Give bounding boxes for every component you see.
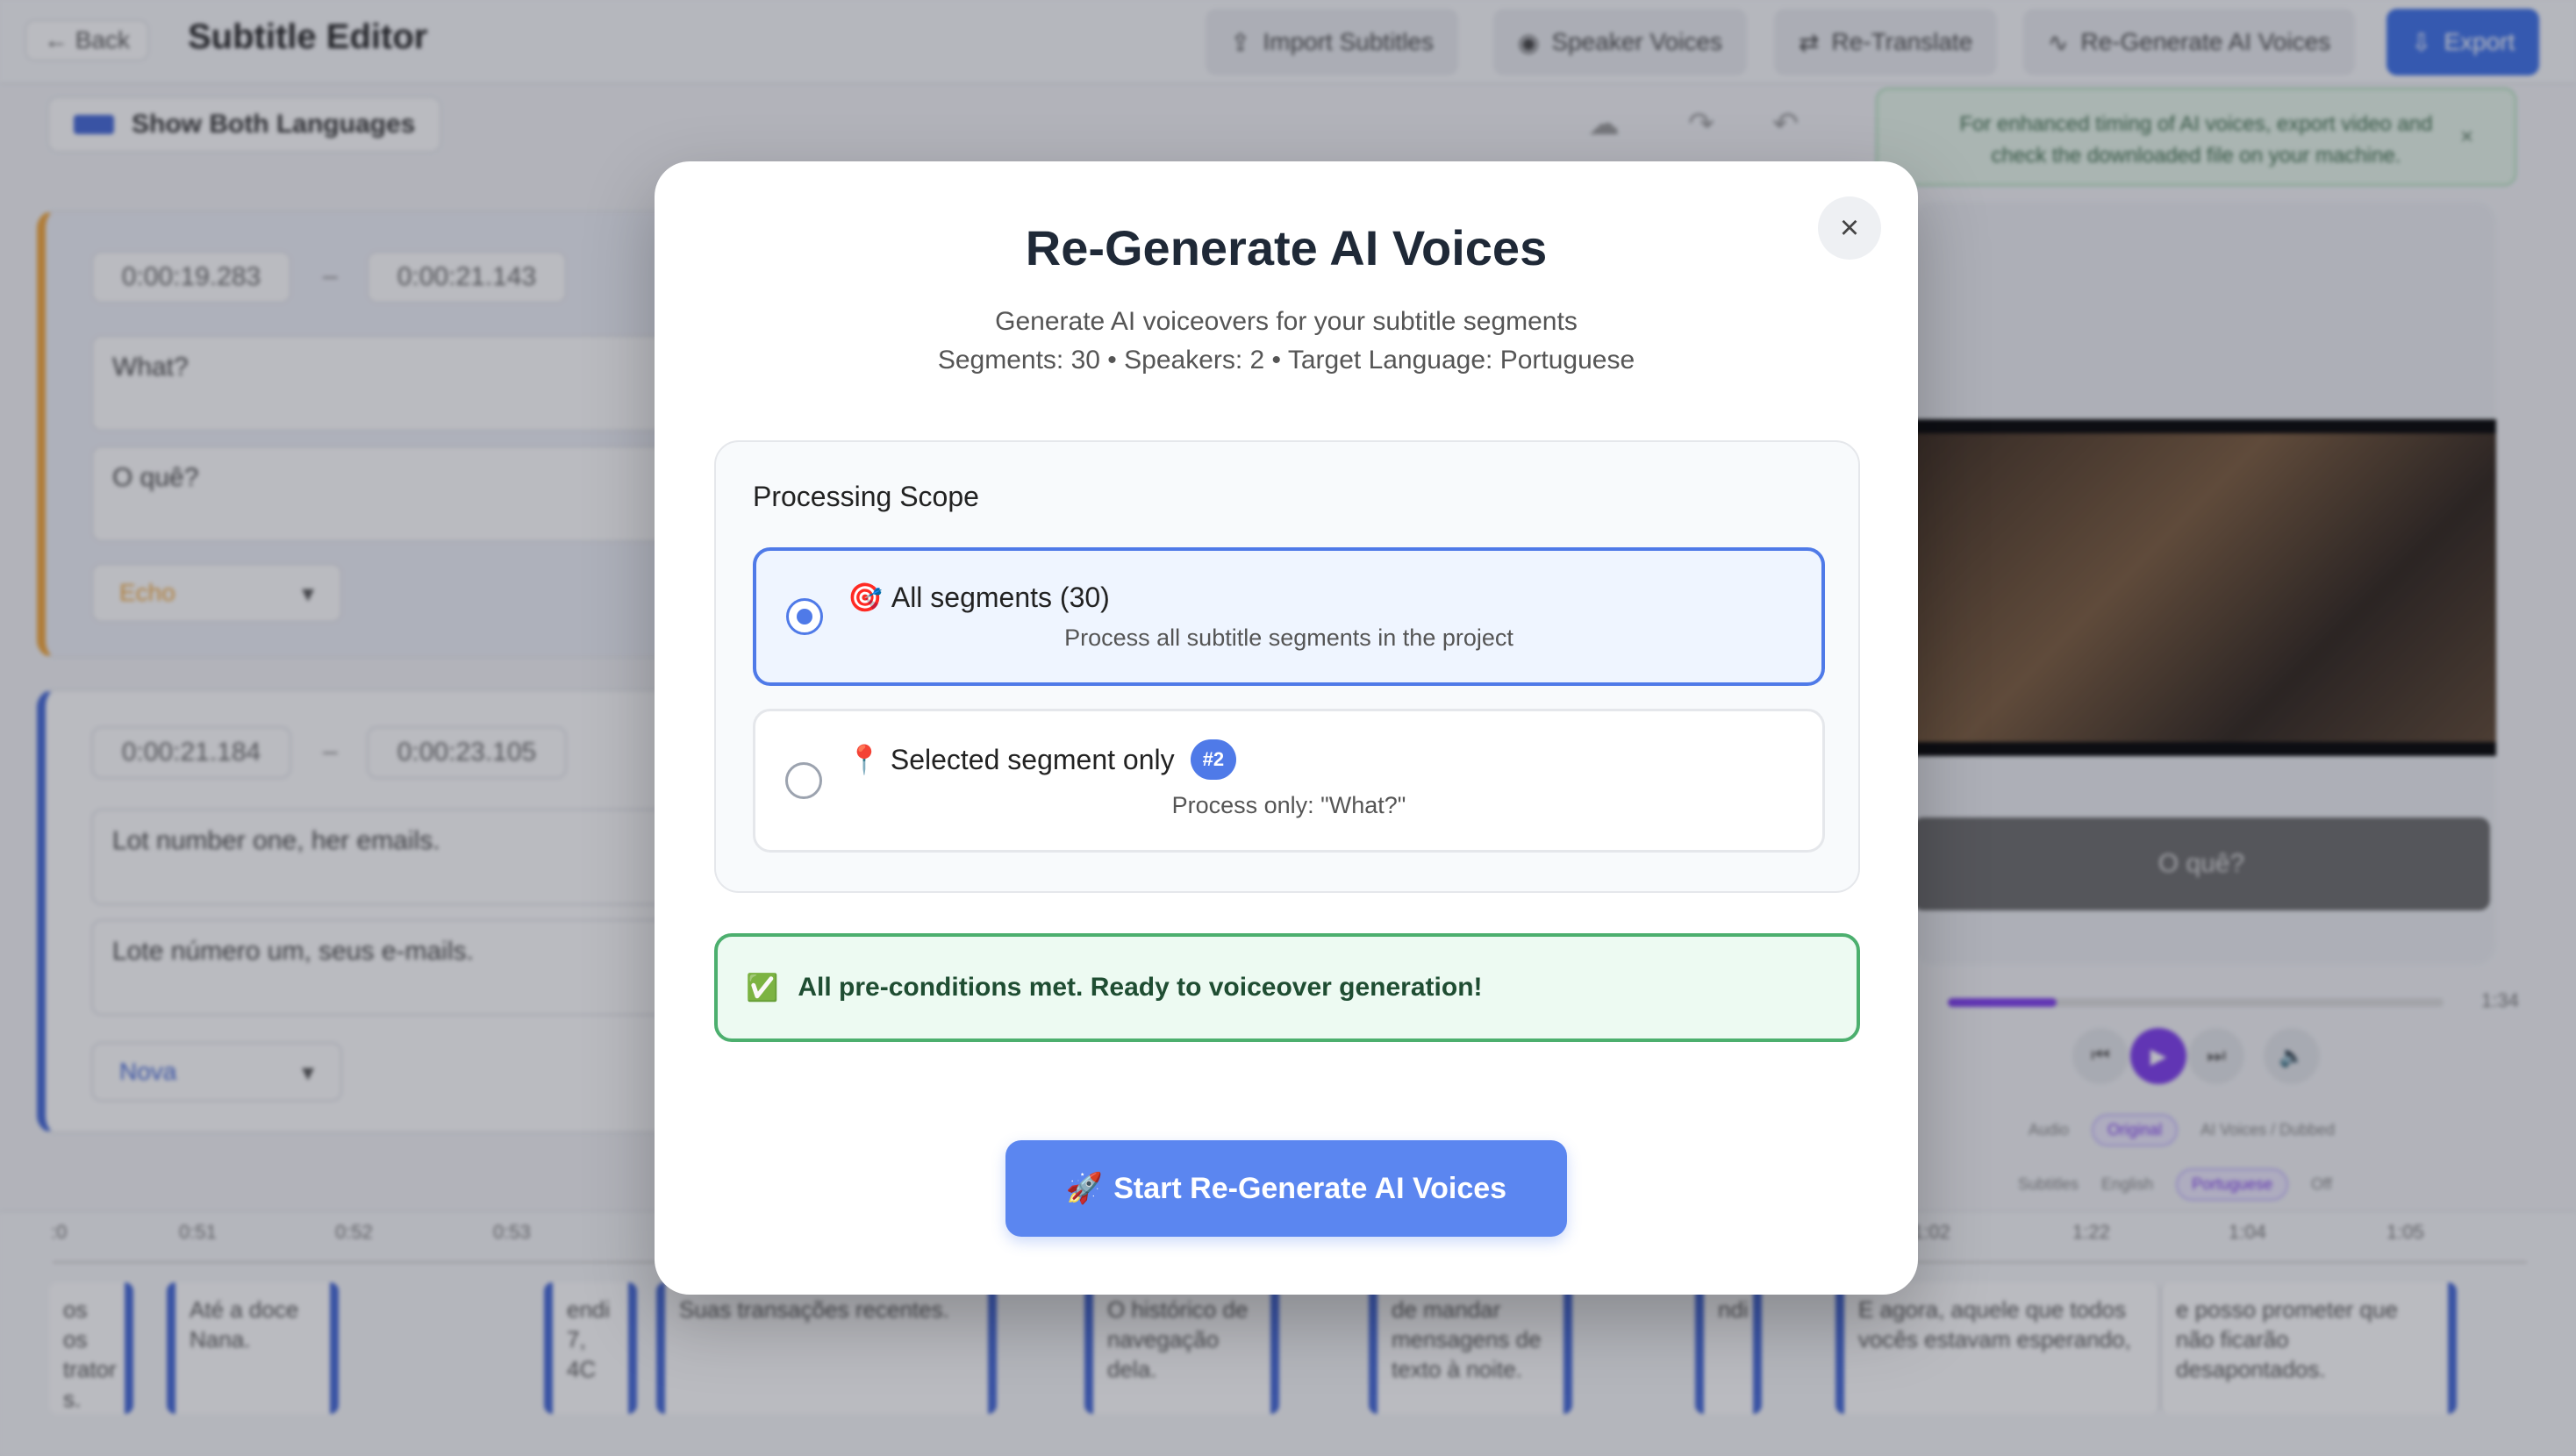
processing-scope-panel: Processing Scope 🎯 All segments (30) Pro… bbox=[714, 440, 1860, 893]
selected-segment-label: Selected segment only bbox=[890, 743, 1175, 775]
dialog-stats: Segments: 30 • Speakers: 2 • Target Lang… bbox=[937, 346, 1635, 375]
regenerate-voices-dialog: × Re-Generate AI Voices Generate AI voic… bbox=[655, 161, 1918, 1295]
preconditions-status: ✅ All pre-conditions met. Ready to voice… bbox=[714, 933, 1860, 1042]
start-regenerate-button[interactable]: 🚀 Start Re-Generate AI Voices bbox=[1005, 1140, 1567, 1237]
preconditions-text: All pre-conditions met. Ready to voiceov… bbox=[798, 973, 1483, 1002]
pin-icon: 📍 bbox=[847, 744, 882, 775]
all-segments-description: Process all subtitle segments in the pro… bbox=[1064, 625, 1513, 651]
processing-scope-label: Processing Scope bbox=[753, 481, 979, 512]
selected-segment-option[interactable]: 📍 Selected segment only #2 Process only:… bbox=[753, 709, 1825, 853]
start-regenerate-label: Start Re-Generate AI Voices bbox=[1113, 1171, 1507, 1205]
all-segments-label: All segments (30) bbox=[891, 581, 1110, 613]
check-icon: ✅ bbox=[746, 973, 779, 1003]
all-segments-option[interactable]: 🎯 All segments (30) Process all subtitle… bbox=[753, 547, 1825, 686]
segment-number-badge: #2 bbox=[1190, 739, 1237, 780]
dialog-title: Re-Generate AI Voices bbox=[1025, 220, 1548, 275]
dialog-subtitle: Generate AI voiceovers for your subtitle… bbox=[995, 307, 1578, 336]
selected-segment-description: Process only: "What?" bbox=[1171, 792, 1406, 818]
target-icon: 🎯 bbox=[848, 582, 883, 613]
rocket-icon: 🚀 bbox=[1065, 1172, 1104, 1205]
